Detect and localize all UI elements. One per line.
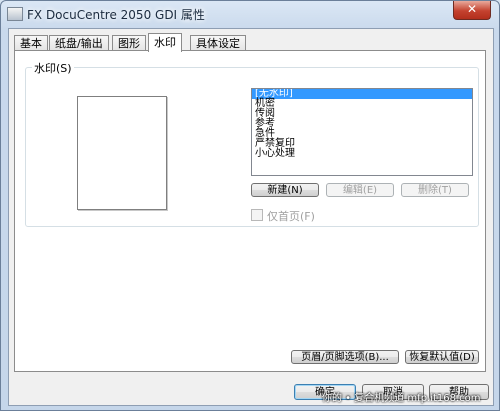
list-item[interactable]: 参考 bbox=[252, 119, 472, 129]
restore-defaults-button[interactable]: 恢复默认值(D) bbox=[405, 350, 479, 364]
watermark-groupbox: 水印(S) [无水印] 机密 传阅 参考 急件 严禁复印 小心处理 新建(N) … bbox=[25, 60, 479, 227]
list-item[interactable]: 传阅 bbox=[252, 109, 472, 119]
close-button[interactable]: ✕ bbox=[453, 1, 491, 20]
list-item[interactable]: 小心处理 bbox=[252, 149, 472, 159]
tab-paper-output[interactable]: 纸盘/输出 bbox=[49, 35, 109, 51]
header-footer-options-button[interactable]: 页眉/页脚选项(B)... bbox=[291, 350, 399, 364]
first-page-only-checkbox[interactable] bbox=[251, 209, 263, 221]
site-watermark-overlay: 你的 • 复合机频道 mfp.it168.com bbox=[322, 393, 481, 404]
watermark-tab-page: 水印(S) [无水印] 机密 传阅 参考 急件 严禁复印 小心处理 新建(N) … bbox=[14, 50, 486, 372]
title-bar[interactable]: FX DocuCentre 2050 GDI 属性 ✕ bbox=[1, 1, 499, 27]
tab-basic[interactable]: 基本 bbox=[14, 35, 48, 51]
tab-detailed-settings[interactable]: 具体设定 bbox=[190, 35, 246, 51]
edit-watermark-button[interactable]: 编辑(E) bbox=[326, 183, 394, 197]
dialog-client-area: 基本 纸盘/输出 图形 水印 具体设定 水印(S) [无水印] 机密 传阅 参考… bbox=[8, 28, 494, 406]
watermark-preview-page bbox=[77, 96, 167, 210]
watermark-listbox[interactable]: [无水印] 机密 传阅 参考 急件 严禁复印 小心处理 bbox=[251, 88, 473, 176]
printer-icon bbox=[7, 7, 23, 21]
printer-properties-window: FX DocuCentre 2050 GDI 属性 ✕ 基本 纸盘/输出 图形 … bbox=[0, 0, 500, 411]
watermark-group-label: 水印(S) bbox=[32, 60, 74, 76]
delete-watermark-button[interactable]: 删除(T) bbox=[401, 183, 469, 197]
list-item[interactable]: [无水印] bbox=[252, 89, 472, 99]
tab-watermark[interactable]: 水印 bbox=[148, 33, 182, 52]
new-watermark-button[interactable]: 新建(N) bbox=[251, 183, 319, 197]
window-title: FX DocuCentre 2050 GDI 属性 bbox=[27, 8, 205, 22]
first-page-only-label: 仅首页(F) bbox=[267, 210, 315, 223]
list-item[interactable]: 机密 bbox=[252, 99, 472, 109]
tab-graphics[interactable]: 图形 bbox=[112, 35, 146, 51]
